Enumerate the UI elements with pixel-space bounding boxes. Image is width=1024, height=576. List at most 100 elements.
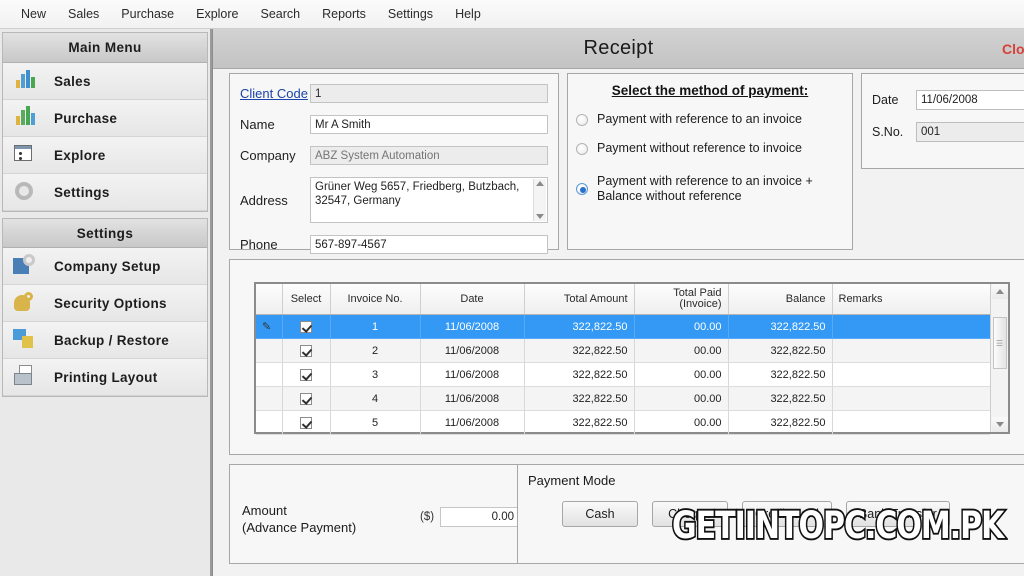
payment-option-without-reference[interactable]: Payment without reference to invoice — [576, 141, 852, 156]
row-marker[interactable] — [256, 338, 283, 363]
address-field[interactable]: Grüner Weg 5657, Friedberg, Butzbach, 32… — [310, 177, 548, 223]
cell-select[interactable] — [282, 362, 331, 387]
sidebar-item-purchase[interactable]: Purchase — [3, 100, 207, 137]
row-marker[interactable] — [256, 362, 283, 387]
menu-search[interactable]: Search — [250, 3, 312, 25]
col-invoice-no[interactable]: Invoice No. — [330, 284, 421, 315]
cell-select[interactable] — [282, 338, 331, 363]
cell-total-amount: 322,822.50 — [524, 362, 635, 387]
cell-balance: 322,822.50 — [728, 362, 833, 387]
checkbox-checked-icon[interactable] — [300, 392, 312, 405]
sidebar-item-explore[interactable]: Explore — [3, 137, 207, 174]
cell-remarks[interactable] — [832, 410, 991, 435]
grid-vertical-scrollbar[interactable]: ☰ — [990, 284, 1008, 432]
menu-reports[interactable]: Reports — [311, 3, 377, 25]
cell-invoice-no: 4 — [330, 386, 421, 411]
window-content: Client Code Name Company Address Grüner … — [213, 69, 1024, 576]
menu-new[interactable]: New — [10, 3, 57, 25]
scrollbar-track[interactable]: ☰ — [991, 299, 1008, 417]
checkbox-checked-icon[interactable] — [300, 416, 312, 429]
checkbox-checked-icon[interactable] — [300, 320, 312, 333]
phone-field[interactable] — [310, 235, 548, 254]
cell-remarks[interactable] — [832, 338, 991, 363]
date-field[interactable]: 11/06/2008 — [916, 90, 1024, 110]
backup-disk-icon — [12, 327, 42, 353]
radio-icon-selected[interactable] — [576, 183, 588, 195]
table-row[interactable]: 4 11/06/2008 322,822.50 00.00 322,822.50 — [256, 386, 991, 411]
sidebar-item-backup-restore[interactable]: Backup / Restore — [3, 322, 207, 359]
radio-icon[interactable] — [576, 114, 588, 126]
bank-transfer-button[interactable]: Bank Transfer — [845, 501, 950, 527]
cell-balance: 322,822.50 — [728, 338, 833, 363]
radio-icon[interactable] — [576, 143, 588, 155]
col-balance[interactable]: Balance — [728, 284, 833, 315]
menu-settings[interactable]: Settings — [377, 3, 444, 25]
cell-select[interactable] — [282, 410, 331, 435]
menu-purchase[interactable]: Purchase — [110, 3, 185, 25]
client-code-field[interactable] — [310, 84, 548, 103]
close-button[interactable]: Close — [1002, 41, 1024, 57]
menu-help[interactable]: Help — [444, 3, 492, 25]
menu-explore[interactable]: Explore — [185, 3, 249, 25]
sno-field[interactable]: 001 — [916, 122, 1024, 142]
col-date[interactable]: Date — [420, 284, 525, 315]
sidebar-item-sales[interactable]: Sales — [3, 63, 207, 100]
cell-date: 11/06/2008 — [420, 410, 525, 435]
name-field[interactable] — [310, 115, 548, 134]
invoice-table-body: ✎ 1 11/06/2008 322,822.50 00.00 322,822.… — [256, 314, 991, 435]
scroll-up-button[interactable] — [991, 284, 1008, 299]
scrollbar-thumb[interactable]: ☰ — [992, 317, 1007, 369]
sidebar-item-security-options[interactable]: Security Options — [3, 285, 207, 322]
payment-option-with-reference-plus-balance[interactable]: Payment with reference to an invoice + B… — [576, 174, 852, 204]
scroll-down-icon — [995, 422, 1004, 427]
cell-total-amount: 322,822.50 — [524, 314, 635, 339]
cell-total-paid: 00.00 — [634, 410, 729, 435]
checkbox-checked-icon[interactable] — [300, 344, 312, 357]
receipt-header-panel: Date 11/06/2008 S.No. 001 — [861, 73, 1024, 169]
cheque-button[interactable]: Cheque — [652, 501, 728, 527]
scroll-down-icon[interactable] — [536, 214, 544, 219]
credit-card-button[interactable]: Credit Card — [742, 501, 832, 527]
cell-total-paid: 00.00 — [634, 386, 729, 411]
payment-option-with-reference[interactable]: Payment with reference to an invoice — [576, 112, 852, 127]
scroll-up-icon[interactable] — [536, 181, 544, 186]
lock-key-icon — [12, 290, 42, 316]
sidebar-item-company-setup[interactable]: Company Setup — [3, 248, 207, 285]
table-row[interactable]: ✎ 1 11/06/2008 322,822.50 00.00 322,822.… — [256, 314, 991, 339]
row-marker[interactable] — [256, 386, 283, 411]
currency-symbol: ($) — [420, 511, 435, 523]
row-marker[interactable]: ✎ — [256, 314, 283, 339]
sno-value: 001 — [921, 126, 941, 138]
payment-method-title: Select the method of payment: — [611, 83, 809, 98]
menu-sales[interactable]: Sales — [57, 3, 110, 25]
company-field[interactable] — [310, 146, 548, 165]
client-code-link[interactable]: Client Code — [230, 86, 310, 101]
col-total-amount[interactable]: Total Amount — [524, 284, 635, 315]
cell-select[interactable] — [282, 314, 331, 339]
amount-input[interactable] — [440, 507, 520, 527]
sidebar-group-main-menu: Main Menu Sales Purchase Explore Setting… — [2, 32, 208, 212]
scroll-down-button[interactable] — [991, 417, 1008, 432]
table-row[interactable]: 2 11/06/2008 322,822.50 00.00 322,822.50 — [256, 338, 991, 363]
cell-remarks[interactable] — [832, 314, 991, 339]
phone-label: Phone — [240, 237, 278, 252]
cell-balance: 322,822.50 — [728, 410, 833, 435]
cell-remarks[interactable] — [832, 362, 991, 387]
address-scrollbar[interactable] — [533, 179, 546, 221]
col-total-paid[interactable]: Total Paid (Invoice) — [634, 284, 729, 315]
cell-remarks[interactable] — [832, 386, 991, 411]
col-select[interactable]: Select — [282, 284, 331, 315]
sidebar-item-printing-layout[interactable]: Printing Layout — [3, 359, 207, 396]
cash-button[interactable]: Cash — [562, 501, 638, 527]
sidebar-item-label: Explore — [54, 147, 106, 163]
payment-method-panel: Select the method of payment: Payment wi… — [567, 73, 853, 250]
col-remarks[interactable]: Remarks — [832, 284, 991, 315]
cell-date: 11/06/2008 — [420, 314, 525, 339]
table-row[interactable]: 5 11/06/2008 322,822.50 00.00 322,822.50 — [256, 410, 991, 435]
checkbox-checked-icon[interactable] — [300, 368, 312, 381]
sidebar-item-settings[interactable]: Settings — [3, 174, 207, 211]
payment-option-label: Payment without reference to invoice — [597, 141, 802, 155]
row-marker[interactable] — [256, 410, 283, 435]
cell-select[interactable] — [282, 386, 331, 411]
table-row[interactable]: 3 11/06/2008 322,822.50 00.00 322,822.50 — [256, 362, 991, 387]
